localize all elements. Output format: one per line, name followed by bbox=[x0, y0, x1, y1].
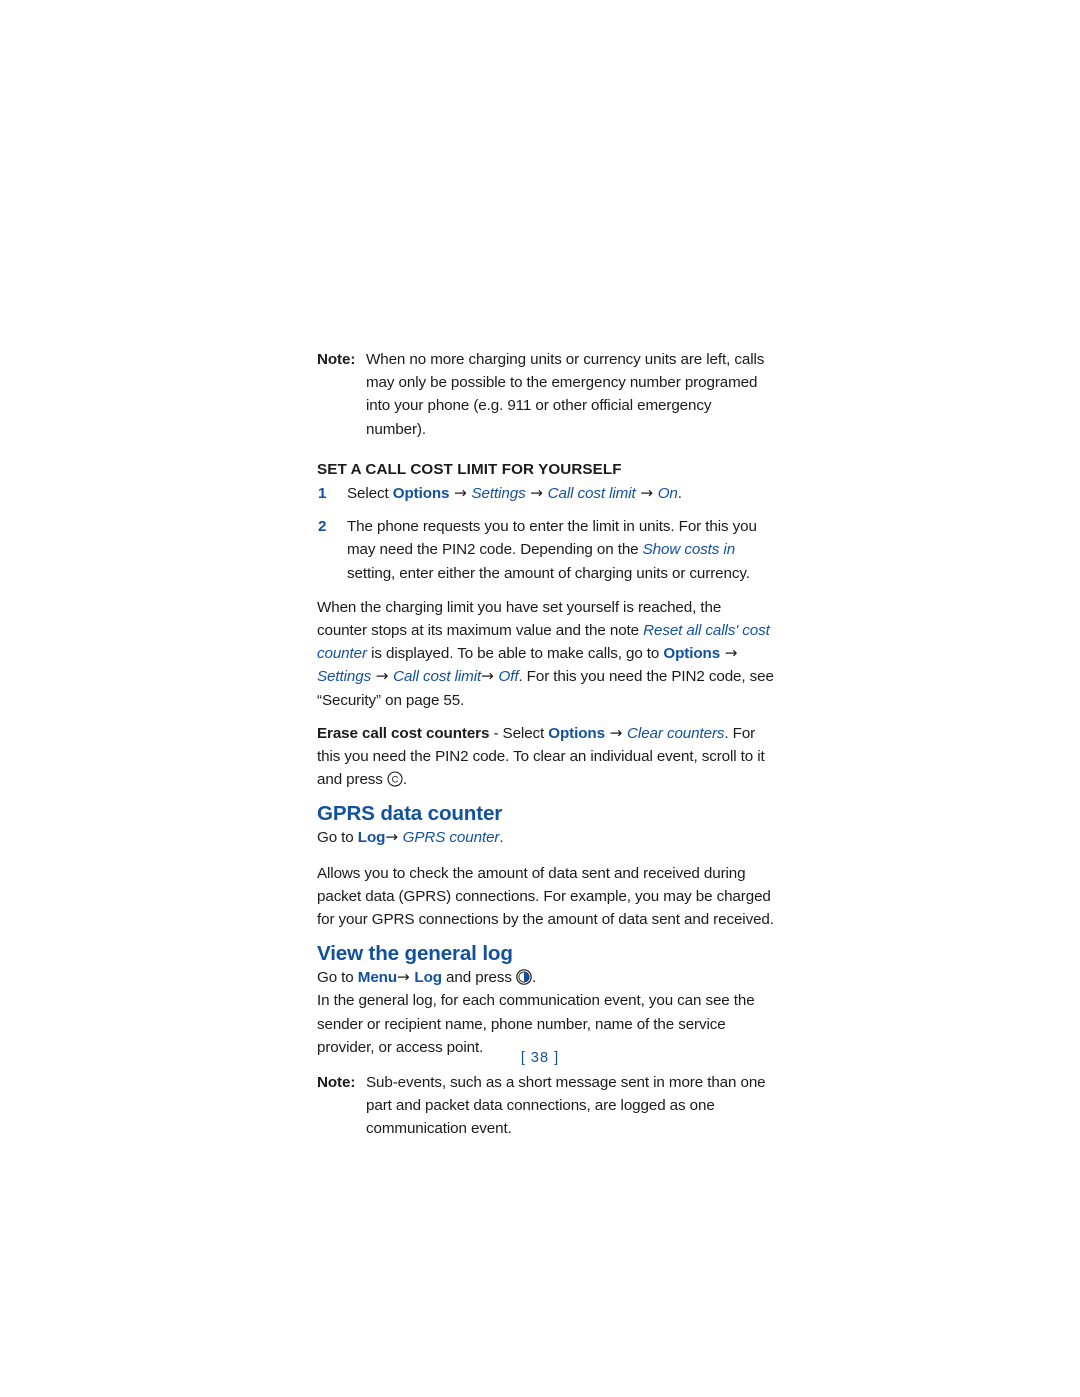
navi-key-icon bbox=[516, 969, 532, 986]
text-run: . bbox=[499, 829, 504, 847]
clear-key-icon: C bbox=[387, 771, 403, 787]
paragraph-text: Erase call cost counters - Select Option… bbox=[317, 723, 765, 789]
goto-path-gprs: Go to Log→ GPRS counter. bbox=[317, 826, 775, 849]
ui-reference: On bbox=[657, 485, 678, 503]
numbered-step: 2 The phone requests you to enter the li… bbox=[317, 515, 775, 585]
goto-path-text: Go to Log→ GPRS counter. bbox=[317, 828, 504, 847]
page-number: [ 38 ] bbox=[520, 1050, 560, 1066]
paragraph-gprs-description: Allows you to check the amount of data s… bbox=[317, 864, 774, 929]
ui-reference: Clear counters bbox=[627, 724, 725, 742]
ui-reference: Options bbox=[663, 645, 721, 663]
step-number: 2 bbox=[318, 518, 327, 536]
ui-reference: Options bbox=[548, 724, 605, 742]
step-number: 1 bbox=[318, 485, 327, 503]
text-run: . bbox=[402, 771, 408, 789]
svg-text:C: C bbox=[392, 774, 399, 785]
ui-reference: Log bbox=[357, 829, 386, 847]
arrow-separator-icon: → bbox=[397, 968, 415, 987]
ui-reference: Off bbox=[498, 668, 519, 686]
text-run: . bbox=[531, 969, 537, 987]
arrow-separator-icon: → bbox=[635, 484, 658, 503]
note-block-bottom: Note: Sub-events, such as a short messag… bbox=[317, 1071, 775, 1141]
paragraph-general-log: In the general log, for each communicati… bbox=[317, 992, 755, 1056]
ui-reference: Call cost limit bbox=[547, 485, 636, 503]
text-run: Go to bbox=[317, 829, 358, 847]
ui-reference: Settings bbox=[317, 668, 372, 686]
arrow-separator-icon: → bbox=[385, 828, 403, 847]
heading-view-general-log: View the general log bbox=[317, 942, 513, 966]
ui-reference: Menu bbox=[357, 969, 398, 987]
ui-reference: GPRS counter bbox=[402, 829, 500, 847]
numbered-step: 1 Select Options → Settings → Call cost … bbox=[317, 482, 775, 505]
arrow-separator-icon: → bbox=[604, 723, 628, 742]
text-run: . bbox=[677, 485, 682, 503]
arrow-separator-icon: → bbox=[525, 484, 548, 503]
document-page: Note: When no more charging units or cur… bbox=[0, 0, 1080, 1397]
ui-reference: Options bbox=[392, 485, 450, 503]
text-run: Select bbox=[347, 485, 393, 503]
note-text: Sub-events, such as a short message sent… bbox=[366, 1074, 766, 1138]
goto-path-text: Go to Menu→ Log and press . bbox=[317, 968, 537, 987]
ui-reference: Settings bbox=[471, 485, 526, 503]
text-run: and press bbox=[441, 969, 516, 987]
text-run: Go to bbox=[317, 969, 358, 987]
page-content-column: Note: When no more charging units or cur… bbox=[317, 348, 775, 1158]
goto-path-menu-log: Go to Menu→ Log and press . bbox=[317, 966, 775, 989]
paragraph-charging-limit: When the charging limit you have set you… bbox=[317, 596, 775, 712]
heading-gprs-data-counter: GPRS data counter bbox=[317, 802, 503, 826]
step-text: Select Options → Settings → Call cost li… bbox=[347, 484, 682, 503]
text-run: Erase call cost counters bbox=[317, 724, 490, 742]
paragraph-text: When the charging limit you have set you… bbox=[317, 599, 774, 709]
paragraph-erase-counters: Erase call cost counters - Select Option… bbox=[317, 722, 775, 792]
arrow-separator-icon: → bbox=[449, 484, 472, 503]
text-run: is displayed. To be able to make calls, … bbox=[366, 645, 664, 663]
text-run: setting, enter either the amount of char… bbox=[347, 564, 750, 582]
ui-reference: Show costs in bbox=[642, 541, 736, 559]
step-text: The phone requests you to enter the limi… bbox=[347, 518, 757, 581]
section-subheading: SET A CALL COST LIMIT FOR YOURSELF bbox=[317, 460, 622, 478]
ui-reference: Log bbox=[414, 969, 442, 987]
text-run: - Select bbox=[489, 724, 549, 742]
note-label: Note: bbox=[317, 1074, 356, 1092]
arrow-separator-icon: → bbox=[720, 644, 738, 663]
note-label: Note: bbox=[317, 351, 356, 368]
arrow-separator-icon: → bbox=[481, 667, 499, 686]
note-block-top: Note: When no more charging units or cur… bbox=[317, 348, 775, 441]
ui-reference: Call cost limit bbox=[393, 668, 482, 686]
arrow-separator-icon: → bbox=[371, 667, 394, 686]
note-text: When no more charging units or currency … bbox=[366, 351, 765, 438]
